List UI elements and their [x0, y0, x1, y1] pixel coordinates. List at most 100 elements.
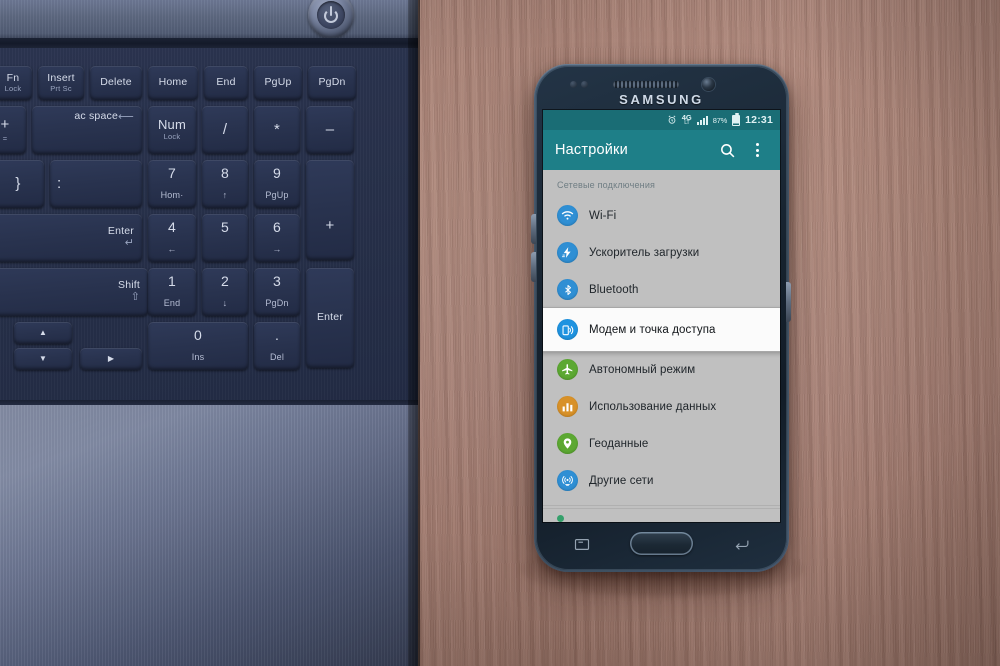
settings-row-location-pin[interactable]: Геоданные	[543, 425, 780, 462]
keyboard-key[interactable]: 6 →	[254, 214, 300, 262]
laptop-keyboard[interactable]: Fn Lock Insert Prt Sc Delete Home End PgUp PgDn +…	[0, 48, 418, 405]
key-label: 7	[168, 165, 176, 181]
keyboard-key[interactable]: 3 PgDn	[254, 268, 300, 316]
keyboard-key[interactable]: ▲	[14, 322, 72, 344]
settings-row-tethering-hotspot[interactable]: Модем и точка доступа	[543, 308, 780, 351]
keyboard-key[interactable]: :	[50, 160, 142, 208]
settings-row-more-networks[interactable]: Другие сети	[543, 462, 780, 499]
settings-row-wifi[interactable]: Wi-Fi	[543, 197, 780, 234]
settings-row-data-usage[interactable]: Использование данных	[543, 388, 780, 425]
phone-power-button[interactable]	[786, 282, 791, 322]
key-sublabel: Prt Sc	[50, 84, 72, 94]
keyboard-key[interactable]: Fn Lock	[0, 66, 32, 100]
keyboard-key[interactable]: 4 ←	[148, 214, 196, 262]
wifi-icon	[557, 205, 578, 226]
key-label: 9	[273, 165, 281, 181]
page-title: Настройки	[555, 142, 628, 158]
settings-row-airplane-mode[interactable]: Автономный режим	[543, 351, 780, 388]
search-icon[interactable]	[712, 135, 742, 165]
key-sublabel: ⇧	[130, 291, 140, 304]
volume-up-button[interactable]	[531, 214, 536, 244]
key-label: –	[325, 120, 335, 138]
key-label: +	[0, 116, 10, 134]
battery-percent-label: 87%	[712, 115, 728, 125]
keyboard-key[interactable]: 8 ↑	[202, 160, 248, 208]
key-label: *	[273, 120, 281, 138]
samsung-phone: SAMSUNG 4G LT 87% 12:31 Настройки Сетевы…	[531, 64, 791, 572]
keyboard-key[interactable]: PgUp	[254, 66, 302, 100]
network-type-sub: LT	[684, 120, 690, 126]
key-sublabel: ↑	[222, 190, 228, 201]
signal-bars-icon	[696, 115, 708, 125]
key-label: }	[15, 174, 21, 192]
key-label: Insert	[47, 71, 75, 84]
settings-row-label: Bluetooth	[589, 283, 639, 296]
keyboard-key[interactable]: End	[204, 66, 248, 100]
key-label: 6	[273, 219, 281, 235]
phone-screen[interactable]: 4G LT 87% 12:31 Настройки Сетевые подклю…	[543, 110, 780, 522]
keyboard-key[interactable]: Enter	[306, 268, 354, 368]
back-icon[interactable]	[734, 538, 750, 551]
front-camera	[702, 78, 715, 91]
settings-row-label: Геоданные	[589, 437, 649, 450]
download-booster-icon	[557, 242, 578, 263]
keyboard-key[interactable]: –	[306, 106, 354, 154]
settings-row-label: Модем и точка доступа	[589, 323, 716, 336]
key-label: 4	[168, 219, 176, 235]
list-divider	[543, 505, 780, 506]
section-header-network: Сетевые подключения	[557, 180, 656, 190]
alarm-icon	[667, 115, 677, 125]
keyboard-key[interactable]: 0 Ins	[148, 322, 248, 370]
keyboard-key[interactable]: PgDn	[308, 66, 356, 100]
key-sublabel: ⟵	[118, 111, 134, 123]
key-label: 8	[221, 165, 229, 181]
keyboard-key[interactable]: 5	[202, 214, 248, 262]
overflow-menu-icon[interactable]	[742, 135, 772, 165]
keyboard-key[interactable]: 2 ↓	[202, 268, 248, 316]
key-label: ▲	[38, 327, 48, 337]
keyboard-key[interactable]: 7 Hom·	[148, 160, 196, 208]
network-type-indicator: 4G LT	[682, 113, 692, 127]
keyboard-key[interactable]: ▼	[14, 348, 72, 370]
key-label: :	[57, 174, 62, 192]
power-icon-stem	[330, 6, 332, 16]
palmrest-highlight	[0, 405, 418, 666]
settings-list[interactable]: Сетевые подключения Wi-Fi Ускоритель загр…	[543, 170, 780, 522]
keyboard-key[interactable]: + =	[0, 106, 26, 154]
settings-rows[interactable]: Wi-Fi Ускоритель загрузки Bluetooth Модем и…	[543, 197, 780, 506]
key-sublabel: Ins	[191, 352, 205, 363]
keyboard-key[interactable]: . Del	[254, 322, 300, 370]
recents-icon[interactable]	[574, 538, 590, 551]
sensor-dot	[581, 81, 588, 88]
key-label: /	[222, 120, 228, 138]
power-button-inner	[317, 1, 345, 29]
keyboard-key[interactable]: Num Lock	[148, 106, 196, 154]
keyboard-key[interactable]: }	[0, 160, 44, 208]
laptop-edge-shadow	[408, 0, 420, 666]
key-sublabel: Hom·	[160, 190, 184, 201]
keyboard-key[interactable]: ac space ⟵	[32, 106, 142, 154]
settings-row-download-booster[interactable]: Ускоритель загрузки	[543, 234, 780, 271]
airplane-mode-icon	[557, 359, 578, 380]
keyboard-key[interactable]: ▶	[80, 348, 142, 370]
keyboard-key[interactable]: /	[202, 106, 248, 154]
key-label: PgUp	[264, 76, 292, 89]
keyboard-key[interactable]: 1 End	[148, 268, 196, 316]
keyboard-key[interactable]: +	[306, 160, 354, 260]
keyboard-key[interactable]: Shift ⇧	[0, 268, 148, 316]
key-label: Shift	[117, 278, 140, 291]
more-networks-icon	[557, 470, 578, 491]
screenshot-scene: Fn Lock Insert Prt Sc Delete Home End PgUp PgDn +…	[0, 0, 1000, 666]
settings-row-bluetooth[interactable]: Bluetooth	[543, 271, 780, 308]
keyboard-key[interactable]: Delete	[90, 66, 142, 100]
volume-down-button[interactable]	[531, 252, 536, 282]
keyboard-key[interactable]: *	[254, 106, 300, 154]
keyboard-key[interactable]: Enter ↵	[0, 214, 142, 262]
keyboard-key[interactable]: Insert Prt Sc	[38, 66, 84, 100]
key-sublabel: ↵	[124, 237, 134, 250]
keyboard-key[interactable]: 9 PgUp	[254, 160, 300, 208]
home-button[interactable]	[630, 532, 693, 555]
key-label: +	[325, 216, 335, 234]
keyboard-key[interactable]: Home	[148, 66, 198, 100]
key-label: 5	[221, 219, 229, 235]
